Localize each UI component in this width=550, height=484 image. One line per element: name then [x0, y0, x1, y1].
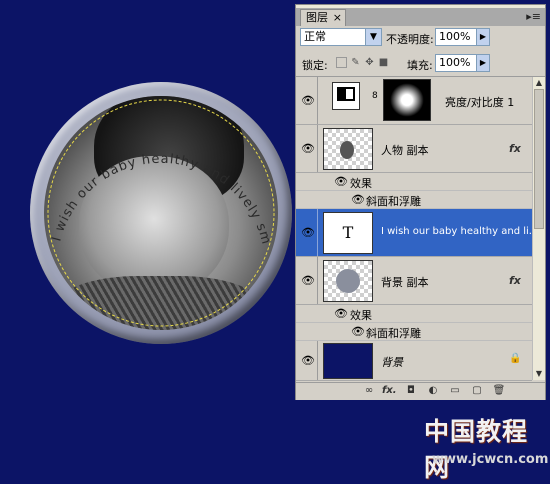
- layer-name: 背景 副本: [381, 276, 429, 289]
- layers-panel: 图层 × ▸≡ 正常 ▼ 不透明度: 100% ▶ 锁定: ✎ ✥ ■ 填充: …: [295, 4, 546, 400]
- scroll-thumb[interactable]: [534, 89, 544, 229]
- new-layer-icon[interactable]: ▢: [470, 385, 484, 397]
- layer-text-selected[interactable]: 👁 T I wish our baby healthy and li...: [296, 209, 538, 257]
- layer-brightness-contrast[interactable]: 👁 8 亮度/对比度 1: [296, 77, 532, 125]
- eye-icon[interactable]: 👁: [300, 143, 316, 155]
- layer-thumb: [323, 260, 373, 302]
- blend-mode-select[interactable]: 正常 ▼: [300, 28, 382, 46]
- fill-label: 填充:: [407, 59, 433, 72]
- tab-layers-label: 图层: [306, 11, 328, 24]
- layer-separator: [317, 209, 318, 256]
- scroll-up-icon[interactable]: ▲: [533, 77, 545, 89]
- lock-brush-icon[interactable]: ✎: [350, 57, 361, 68]
- adjustment-icon: [332, 82, 360, 110]
- layer-effects[interactable]: 👁 效果: [296, 173, 532, 191]
- tab-layers[interactable]: 图层 ×: [300, 9, 346, 26]
- opacity-input[interactable]: 100%: [435, 28, 477, 46]
- panel-tabbar: 图层 × ▸≡: [296, 8, 545, 26]
- layer-name: 背景: [381, 356, 403, 369]
- layer-background-copy[interactable]: 👁 背景 副本 fx: [296, 257, 532, 305]
- eye-icon[interactable]: 👁: [333, 176, 349, 188]
- layer-thumb: [323, 128, 373, 170]
- chevron-down-icon[interactable]: ▼: [365, 29, 381, 45]
- eye-icon[interactable]: 👁: [300, 227, 316, 239]
- fx-icon[interactable]: fx.: [382, 385, 397, 397]
- eye-icon[interactable]: 👁: [300, 355, 316, 367]
- blend-row: 正常 ▼ 不透明度: 100% ▶: [296, 26, 545, 52]
- opacity-arrow-icon[interactable]: ▶: [476, 28, 490, 46]
- link-icon[interactable]: ∞: [362, 385, 376, 397]
- eye-icon[interactable]: 👁: [350, 194, 366, 206]
- fx-badge[interactable]: fx: [509, 274, 521, 287]
- trash-icon[interactable]: 🗑: [492, 385, 506, 397]
- layer-name: 亮度/对比度 1: [445, 96, 515, 109]
- blend-mode-value: 正常: [304, 30, 326, 43]
- fill-input[interactable]: 100%: [435, 54, 477, 72]
- effect-name: 斜面和浮雕: [366, 195, 421, 208]
- scroll-down-icon[interactable]: ▼: [533, 368, 545, 380]
- arc-text-layer: I wish our baby healthy and lively smart…: [30, 82, 275, 327]
- layer-name: I wish our baby healthy and li...: [381, 226, 539, 237]
- watermark-url: www.jcwcn.com: [432, 452, 549, 467]
- link-icon: 8: [372, 91, 378, 101]
- layer-separator: [317, 125, 318, 172]
- layer-bevel-emboss[interactable]: 👁 斜面和浮雕: [296, 323, 532, 341]
- layer-separator: [317, 257, 318, 304]
- lock-transparent-icon[interactable]: [336, 57, 347, 68]
- effects-label: 效果: [350, 177, 372, 190]
- lock-row: 锁定: ✎ ✥ ■ 填充: 100% ▶: [296, 52, 545, 77]
- adjustment-icon[interactable]: ◐: [426, 385, 440, 397]
- layer-effects[interactable]: 👁 效果: [296, 305, 532, 323]
- panel-menu-icon[interactable]: ▸≡: [526, 10, 541, 23]
- text-path-circle: [47, 99, 275, 327]
- opacity-label: 不透明度:: [386, 33, 434, 46]
- mask-icon[interactable]: ◘: [404, 385, 418, 397]
- group-icon[interactable]: ▭: [448, 385, 462, 397]
- layer-mask-thumb: [383, 79, 431, 121]
- effects-label: 效果: [350, 309, 372, 322]
- close-icon[interactable]: ×: [333, 10, 342, 25]
- fx-badge[interactable]: fx: [509, 142, 521, 155]
- layer-name: 人物 副本: [381, 144, 429, 157]
- arc-text: I wish our baby healthy and lively smart…: [30, 82, 274, 247]
- text-layer-thumb: T: [323, 212, 373, 254]
- lock-label: 锁定:: [302, 59, 328, 72]
- layer-separator: [317, 77, 318, 124]
- lock-move-icon[interactable]: ✥: [364, 57, 375, 68]
- layer-person-copy[interactable]: 👁 人物 副本 fx: [296, 125, 532, 173]
- eye-icon[interactable]: 👁: [350, 326, 366, 338]
- effect-name: 斜面和浮雕: [366, 327, 421, 340]
- eye-icon[interactable]: 👁: [300, 275, 316, 287]
- eye-icon[interactable]: 👁: [333, 308, 349, 320]
- layers-list: 👁 8 亮度/对比度 1 👁 人物 副本 fx 👁 效果 👁 斜面和浮雕 👁 T…: [296, 77, 538, 381]
- layer-bevel-emboss[interactable]: 👁 斜面和浮雕: [296, 191, 532, 209]
- layer-separator: [317, 341, 318, 380]
- layers-scrollbar[interactable]: ▲ ▼: [532, 77, 545, 380]
- lock-icon: 🔒: [509, 353, 522, 364]
- watermark-logo: 中国教程网: [424, 417, 529, 482]
- eye-icon[interactable]: 👁: [300, 95, 316, 107]
- layer-background[interactable]: 👁 背景 🔒: [296, 341, 532, 381]
- layer-thumb: [323, 343, 373, 379]
- panel-bottom-toolbar: ∞ fx. ◘ ◐ ▭ ▢ 🗑: [296, 382, 545, 400]
- fill-arrow-icon[interactable]: ▶: [476, 54, 490, 72]
- lock-all-icon[interactable]: ■: [378, 57, 389, 68]
